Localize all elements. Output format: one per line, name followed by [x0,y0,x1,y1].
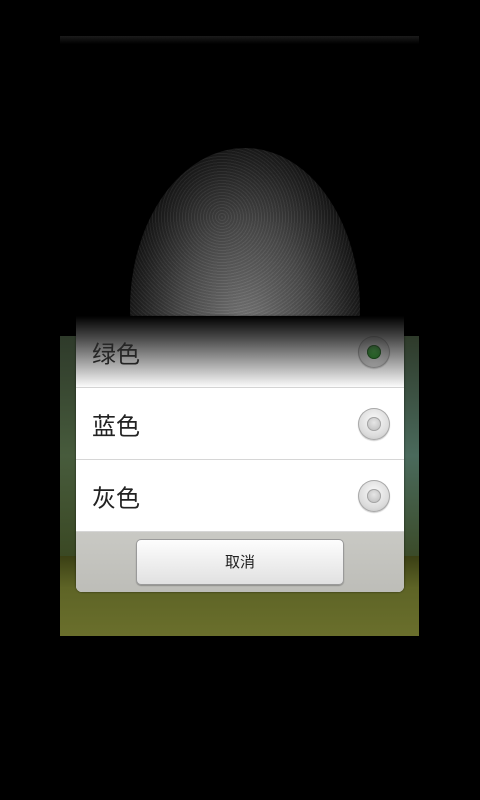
status-bar [60,36,419,44]
background-left-edge [60,336,76,576]
color-option-label: 灰色 [92,484,140,512]
dialog-footer: 取消 [76,532,404,592]
radio-button[interactable] [358,335,390,368]
radio-button[interactable] [358,479,390,512]
color-option-green[interactable]: 绿色 [76,316,404,388]
background-right-edge [403,336,419,576]
color-option-blue[interactable]: 蓝色 [76,388,404,460]
color-choice-dialog: 绿色 蓝色 灰色 取消 [76,316,404,592]
color-option-gray[interactable]: 灰色 [76,460,404,532]
color-option-label: 绿色 [92,340,140,368]
radio-dot-icon [367,416,381,431]
color-option-label: 蓝色 [92,412,140,440]
radio-button[interactable] [358,407,390,440]
color-option-list: 绿色 蓝色 灰色 [76,316,404,532]
radio-dot-icon [367,344,381,359]
cancel-button[interactable]: 取消 [136,539,344,585]
radio-dot-icon [367,488,381,503]
